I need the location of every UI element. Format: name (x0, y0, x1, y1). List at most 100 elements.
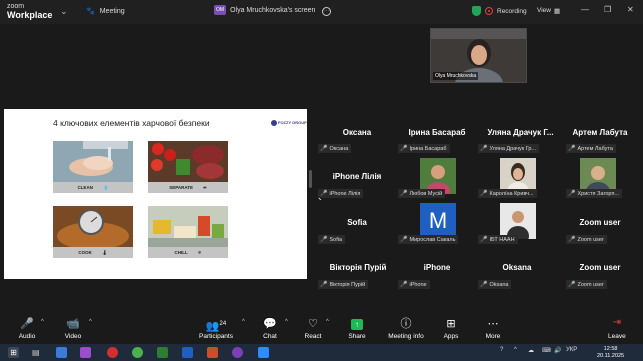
start-icon[interactable]: ⊞ (8, 347, 19, 358)
mic-off-icon: 🎤 (400, 237, 408, 243)
self-video-tile[interactable]: Olya Mruchkovska (430, 28, 527, 83)
participant-name: Вікторія Пурій (329, 263, 387, 272)
share-button[interactable]: ↑ Share (346, 317, 368, 340)
participant-tag: 🎤 Sofia (318, 235, 346, 244)
more-button[interactable]: ⋯ More (482, 317, 504, 340)
mic-off-icon: 🎤 (320, 146, 328, 152)
meeting-tab[interactable]: 🐾 Meeting (86, 7, 125, 16)
participant-name: iPhone Лілія (332, 172, 382, 181)
opera-icon[interactable] (107, 347, 118, 358)
grid-icon: ▦ (553, 8, 561, 15)
card-clean: CLEAN 💧 (53, 141, 133, 193)
participant-tag: 🎤 Уляна Драчук Гр... (478, 144, 540, 153)
close-icon[interactable]: ✕ (627, 5, 634, 14)
chrome-icon[interactable] (132, 347, 143, 358)
refrigerator-image (148, 206, 228, 248)
recording-indicator[interactable]: Recording (472, 6, 527, 16)
participant-tag: 🎤 Каролїна Кривч... (478, 189, 537, 198)
recording-icon (485, 7, 493, 15)
participant-tag: 🎤 iPhone Лілія (318, 189, 364, 198)
self-name-label: Olya Mruchkovska (433, 72, 479, 80)
participant-tag: 🎤 Zoom user (566, 280, 607, 289)
mic-off-icon: 🎤 (568, 282, 576, 288)
meeting-toolbar: 🎤 Audio ^ 📹 Video ^ 👥24 Participants ^ 💬… (0, 314, 643, 344)
apps-icon: ⊞ (446, 318, 456, 330)
app-icon-2[interactable] (80, 347, 91, 358)
react-button[interactable]: ♡ React (302, 317, 324, 340)
mic-off-icon: 🎤 (320, 191, 328, 197)
audio-button[interactable]: 🎤 Audio (16, 317, 38, 340)
app-icon-1[interactable] (56, 347, 67, 358)
participant-name: Zoom user (579, 218, 621, 227)
participant-name: Оксана (342, 128, 372, 137)
screen-title: Olya Mruchkovska's screen (230, 6, 316, 14)
participants-caret[interactable]: ^ (242, 319, 245, 325)
card-separate: SEPARATE ⇹ (148, 141, 228, 193)
participant-avatar (500, 203, 536, 239)
meeting-label: Meeting (99, 7, 125, 15)
participant-name: Ірина Басараб (408, 128, 466, 137)
viber-icon[interactable] (232, 347, 243, 358)
participant-tag: 🎤 Любов Мусій (398, 189, 446, 198)
chat-button[interactable]: 💬 Chat (260, 317, 280, 340)
zoom-icon[interactable] (258, 347, 269, 358)
participant-tag: 🎤 Oksana (478, 280, 512, 289)
maximize-icon[interactable]: ❐ (604, 5, 611, 14)
logo-bottom: Workplace (7, 10, 53, 20)
audio-options-caret[interactable]: ^ (41, 319, 44, 325)
info-icon: ⓘ (400, 318, 412, 330)
thermometer-icon: 🌡 (101, 249, 108, 255)
meat-thermometer-image (53, 206, 133, 248)
participants-count: 24 (219, 321, 227, 327)
chevron-down-icon[interactable]: ⌄ (60, 6, 68, 17)
powerpoint-icon[interactable] (207, 347, 218, 358)
mic-off-icon: 🎤 (480, 282, 488, 288)
participant-name: Oksana (502, 263, 532, 272)
participant-tag: 🎤 Христя Загорп... (566, 189, 623, 198)
help-icon[interactable]: ? (500, 347, 503, 353)
participant-name: Уляна Драчук Г... (487, 128, 554, 137)
leave-button[interactable]: ⇥ Leave (608, 317, 626, 340)
shield-icon (472, 6, 481, 16)
card-label: CHILL ❄ (148, 247, 228, 258)
video-off-icon: 📹 (66, 318, 80, 330)
task-view-icon[interactable]: ▤ (32, 347, 43, 358)
chat-caret[interactable]: ^ (285, 319, 288, 325)
word-icon[interactable] (182, 347, 193, 358)
participant-avatar-letter: M (420, 203, 456, 239)
tray-chevron-icon[interactable]: ^ (514, 347, 517, 353)
presentation-slide: 4 ключових елементів харчової безпеки FO… (4, 109, 307, 279)
mic-off-icon: 🎤 (480, 191, 488, 197)
participant-name: Артем Лабута (572, 128, 628, 137)
video-button[interactable]: 📹 Video (62, 317, 84, 340)
participant-tag: 🎤 Ірина Басараб (398, 144, 450, 153)
os-taskbar: ⊞ ▤ ? ^ ☁ ⌨ 🔊 УКР 12:58 20.11.2025 (0, 344, 643, 361)
meeting-info-button[interactable]: ⓘ Meeting info (387, 317, 425, 340)
app-logo: zoom Workplace (7, 2, 52, 20)
clock[interactable]: 12:58 20.11.2025 (597, 346, 624, 360)
card-label: COOK 🌡 (53, 247, 133, 258)
network-icon[interactable]: ⌨ (542, 347, 551, 354)
language-indicator[interactable]: УКР (566, 347, 577, 353)
screen-share-tab[interactable]: OM Olya Mruchkovska's screen (214, 5, 315, 15)
slide-title: 4 ключових елементів харчової безпеки (53, 118, 210, 128)
react-caret[interactable]: ^ (326, 319, 329, 325)
mic-off-icon: 🎤 (400, 146, 408, 152)
view-button[interactable]: View ▦ (537, 7, 560, 15)
more-options-icon[interactable]: ··· (322, 7, 331, 16)
card-label: CLEAN 💧 (53, 182, 133, 193)
chat-icon: 💬 (263, 318, 277, 330)
more-icon: ⋯ (487, 318, 499, 330)
mic-off-icon: 🎤 (568, 237, 576, 243)
mic-off-icon: 🎤 (20, 318, 34, 330)
volume-icon[interactable]: 🔊 (554, 347, 561, 354)
apps-button[interactable]: ⊞ Apps (440, 317, 462, 340)
participants-button[interactable]: 👥24 Participants (196, 317, 236, 340)
video-options-caret[interactable]: ^ (89, 319, 92, 325)
recording-label: Recording (497, 7, 527, 15)
excel-icon[interactable] (157, 347, 168, 358)
split-resize-handle[interactable] (309, 170, 312, 188)
minimize-icon[interactable]: — (581, 5, 589, 14)
people-icon: 👥24 (205, 320, 227, 333)
cloud-icon[interactable]: ☁ (528, 347, 534, 354)
